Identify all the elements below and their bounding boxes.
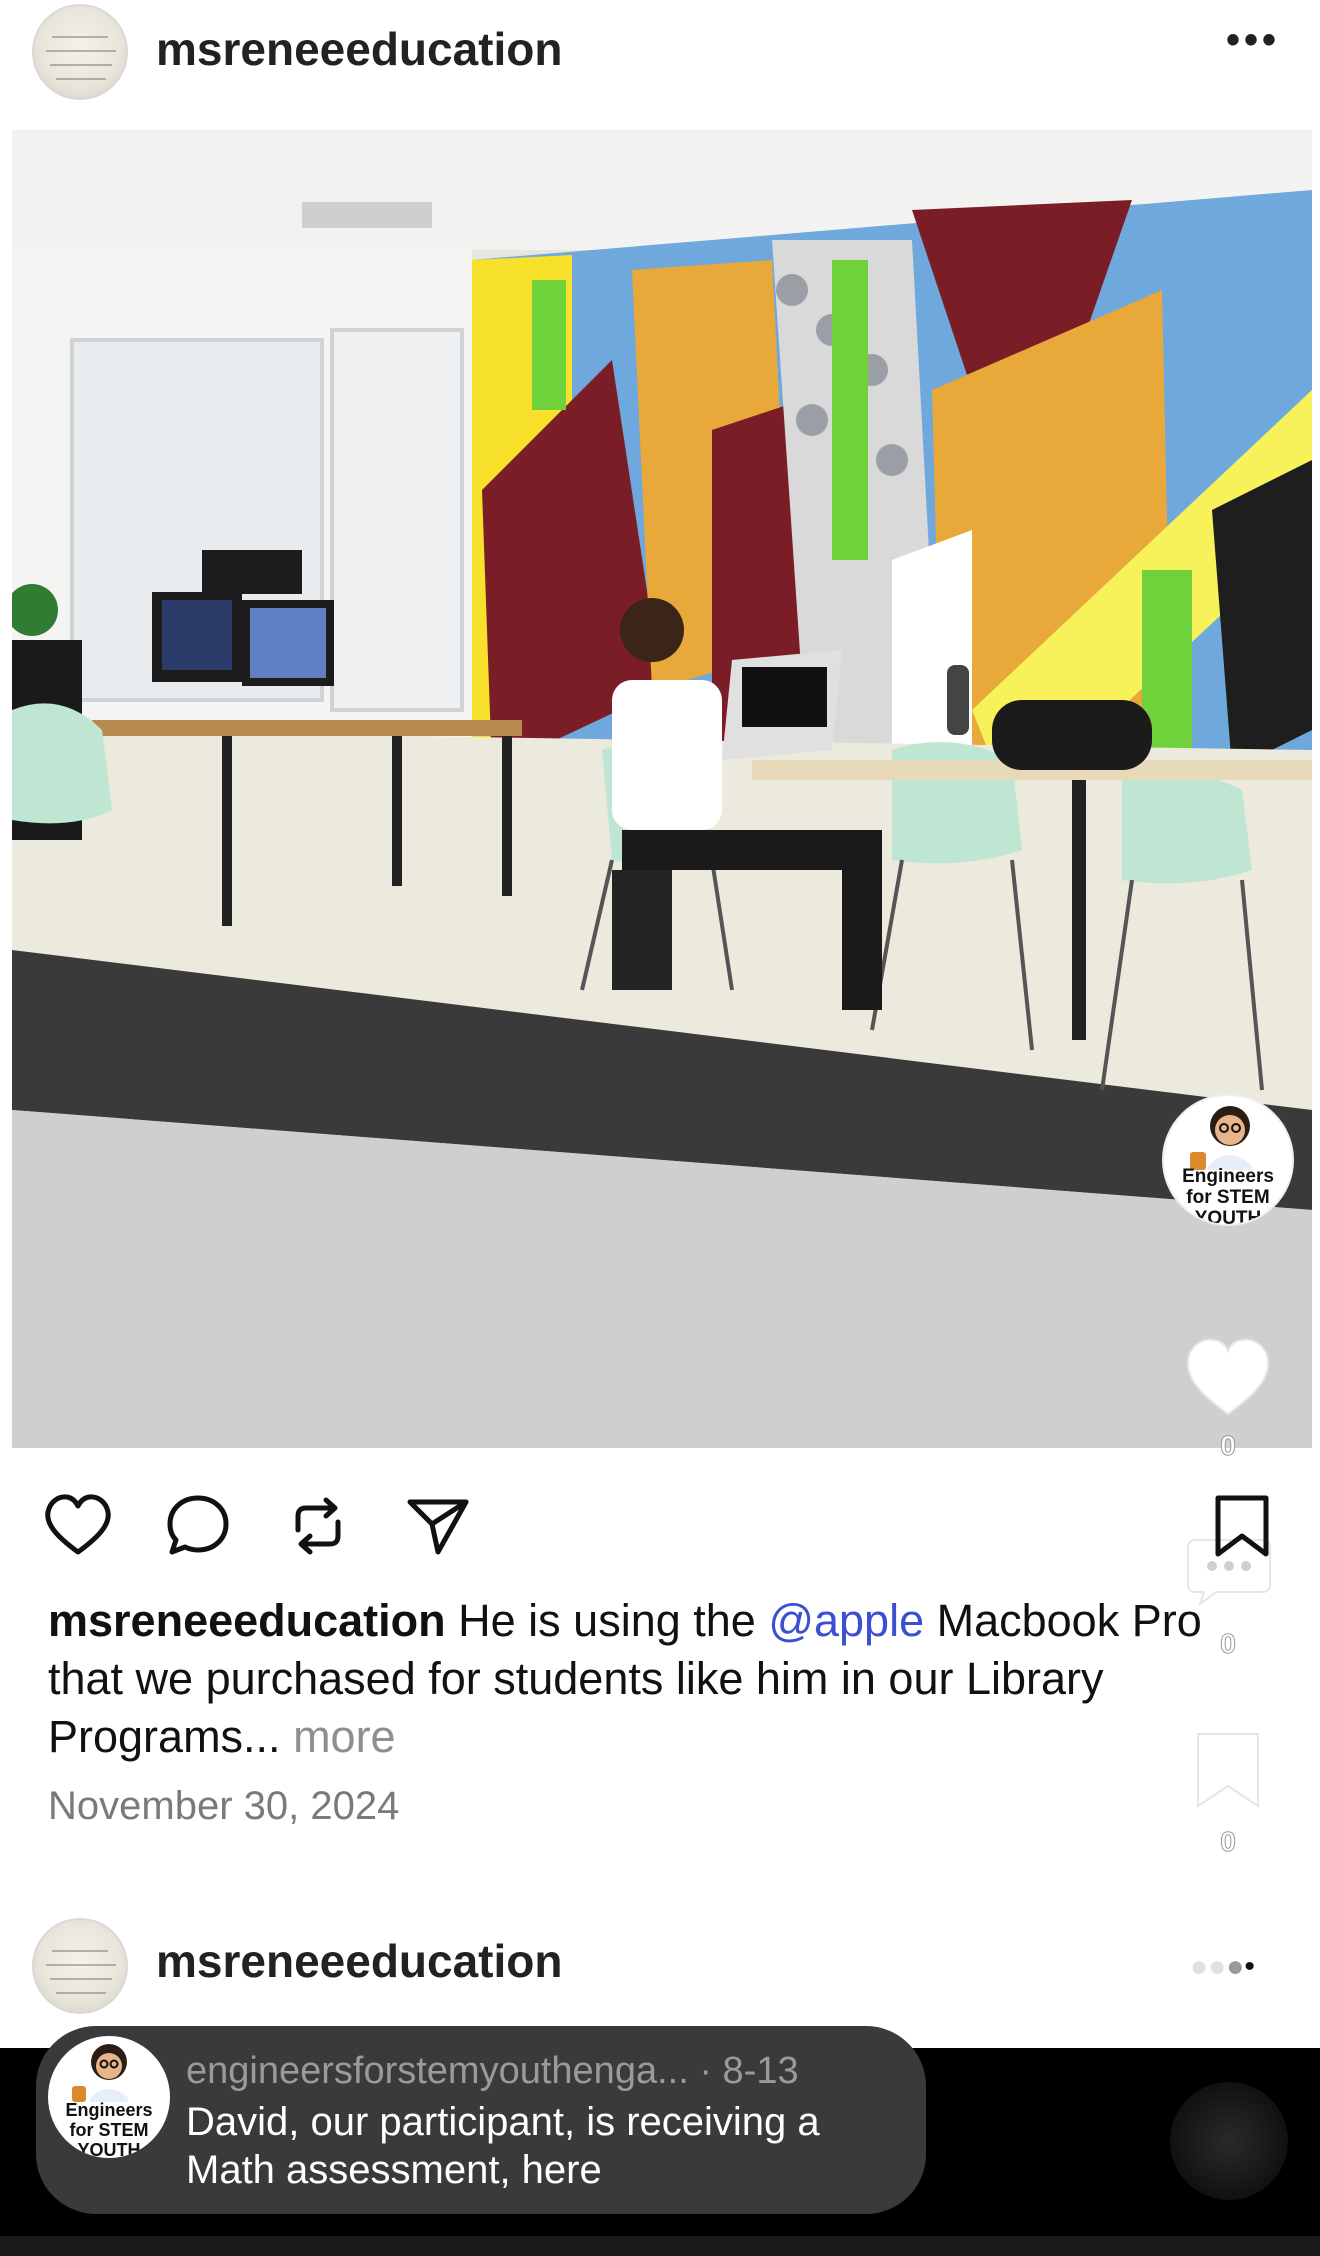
post-caption: msreneeeducation He is using the @apple … bbox=[48, 1592, 1278, 1766]
overlay-save-count: 0 bbox=[1220, 1826, 1237, 1858]
post-photo-image bbox=[12, 130, 1312, 1448]
caption-more-link[interactable]: more bbox=[293, 1711, 396, 1762]
next-post-header: msreneeeducation bbox=[0, 1910, 1320, 2020]
caption-username[interactable]: msreneeeducation bbox=[48, 1595, 446, 1646]
overlay-heart-icon[interactable] bbox=[1180, 1330, 1276, 1426]
post-username[interactable]: msreneeeducation bbox=[156, 22, 562, 76]
comment-avatar-label-3: YOUTH bbox=[77, 2140, 141, 2158]
comment-meta: engineersforstemyouthenga... · 8-13 bbox=[186, 2050, 799, 2092]
share-icon[interactable] bbox=[402, 1490, 474, 1562]
next-post-username[interactable]: msreneeeducation bbox=[156, 1934, 562, 1988]
comment-avatar-label-2: for STEM bbox=[69, 2120, 149, 2140]
audio-disc-icon[interactable] bbox=[1170, 2082, 1288, 2200]
overlay-avatar-label-3: YOUTH bbox=[1194, 1208, 1262, 1226]
post-action-bar bbox=[0, 1480, 1320, 1560]
overlay-avatar-label-1: Engineers bbox=[1182, 1166, 1274, 1187]
overlay-like-count: 0 bbox=[1220, 1430, 1237, 1462]
next-post-avatar[interactable] bbox=[32, 1918, 128, 2014]
repost-icon[interactable] bbox=[282, 1490, 354, 1562]
post-photo[interactable] bbox=[12, 130, 1312, 1448]
overlay-avatar-label-2: for STEM bbox=[1186, 1187, 1270, 1208]
caption-text-before: He is using the bbox=[445, 1595, 769, 1646]
bookmark-icon[interactable] bbox=[1206, 1490, 1278, 1562]
caption-mention-link[interactable]: @apple bbox=[768, 1595, 924, 1646]
comment-author-avatar[interactable]: Engineers for STEM YOUTH bbox=[48, 2036, 170, 2158]
next-post-ellipsis-icon[interactable]: ●●●• bbox=[1190, 1950, 1255, 1984]
bottom-strip bbox=[0, 2236, 1320, 2256]
comment-avatar-label-1: Engineers bbox=[65, 2100, 153, 2120]
comment-text: David, our participant, is receiving a M… bbox=[186, 2100, 820, 2192]
post-header: msreneeeducation ••• bbox=[0, 0, 1320, 130]
post-date: November 30, 2024 bbox=[48, 1784, 400, 1828]
ellipsis-icon[interactable]: ••• bbox=[1226, 18, 1280, 63]
comment-icon[interactable] bbox=[162, 1490, 234, 1562]
avatar[interactable] bbox=[32, 4, 128, 100]
heart-icon[interactable] bbox=[42, 1490, 114, 1562]
overlay-author-avatar[interactable]: Engineers for STEM YOUTH bbox=[1162, 1094, 1294, 1226]
